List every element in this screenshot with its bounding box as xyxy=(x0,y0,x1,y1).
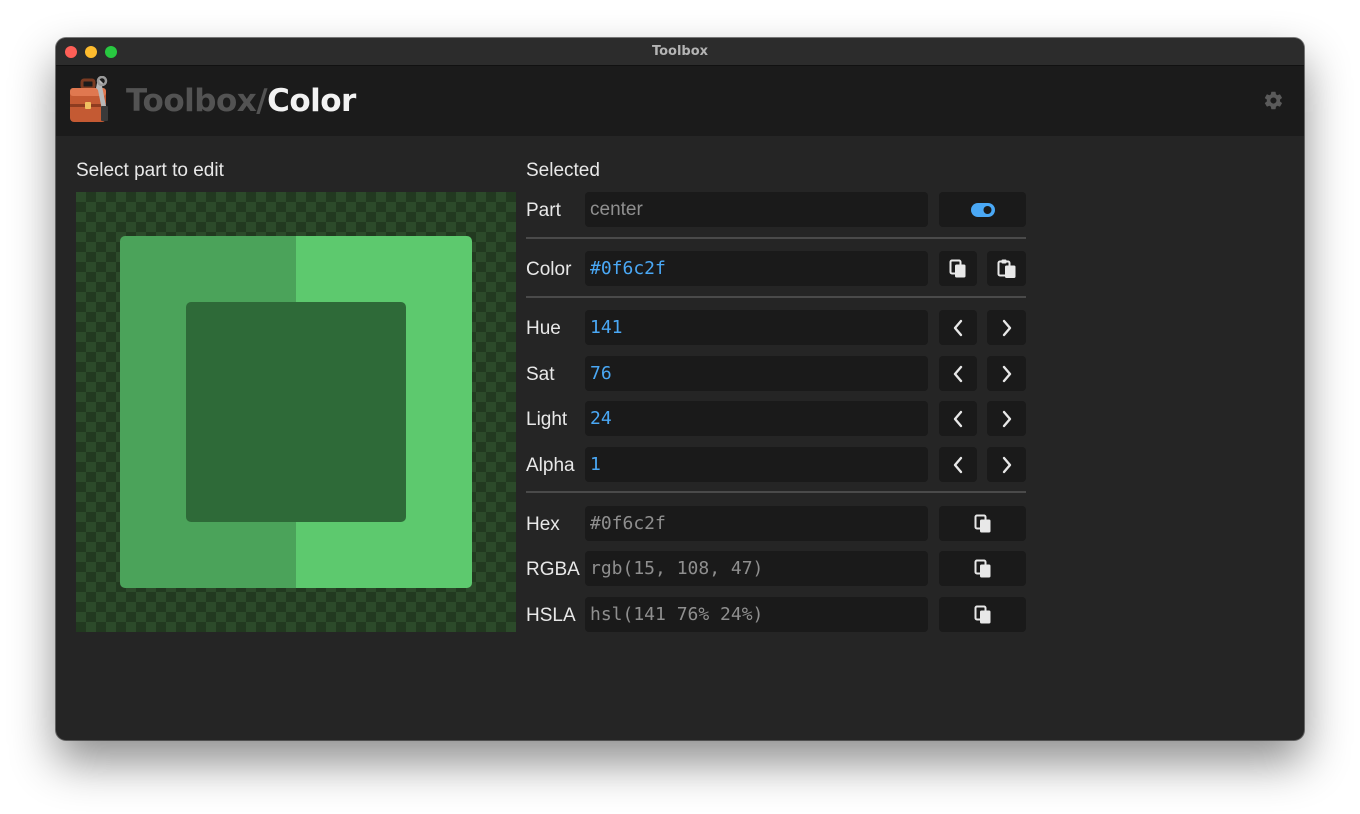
hsla-field: hsl(141 76% 24%) xyxy=(585,597,928,632)
light-increment-button[interactable] xyxy=(987,401,1026,436)
app-header: Toolbox/Color xyxy=(56,66,1304,136)
part-field: center xyxy=(585,192,928,227)
paste-color-button[interactable] xyxy=(987,251,1026,286)
brand-title: Toolbox/Color xyxy=(126,83,356,119)
title-bar: Toolbox xyxy=(56,38,1304,66)
alpha-label: Alpha xyxy=(526,455,575,476)
toggle-icon xyxy=(970,202,995,217)
part-label: Part xyxy=(526,200,561,221)
hue-decrement-button[interactable] xyxy=(939,310,977,345)
alpha-decrement-button[interactable] xyxy=(939,447,977,482)
copy-icon xyxy=(949,259,966,277)
selected-title: Selected xyxy=(526,160,600,181)
copy-icon xyxy=(974,559,990,577)
color-canvas xyxy=(76,192,516,632)
chevron-left-icon xyxy=(953,365,963,382)
chevron-right-icon xyxy=(1002,319,1011,336)
window-title: Toolbox xyxy=(651,44,709,59)
chevron-right-icon xyxy=(1002,456,1011,473)
alpha-increment-button[interactable] xyxy=(987,447,1026,482)
color-input[interactable]: #0f6c2f xyxy=(585,251,928,286)
copy-hex-button[interactable] xyxy=(939,506,1026,541)
rgba-label: RGBA xyxy=(526,559,580,580)
tool-name: Color xyxy=(267,83,356,119)
light-label: Light xyxy=(526,409,568,430)
sat-input[interactable]: 76 xyxy=(585,356,928,391)
chevron-left-icon xyxy=(953,319,963,336)
copy-icon xyxy=(974,605,990,623)
hex-label: Hex xyxy=(526,514,560,535)
copy-color-button[interactable] xyxy=(939,251,977,286)
paste-icon xyxy=(997,259,1015,278)
app-window: Toolbox Toolbox/Color Select part to edi… xyxy=(56,38,1304,740)
chevron-right-icon xyxy=(1002,365,1011,382)
divider xyxy=(526,491,1026,493)
hue-label: Hue xyxy=(526,318,561,339)
copy-icon xyxy=(974,514,990,532)
sat-label: Sat xyxy=(526,364,555,385)
chevron-left-icon xyxy=(953,410,963,427)
app-name[interactable]: Toolbox/ xyxy=(126,83,268,119)
light-decrement-button[interactable] xyxy=(939,401,977,436)
visibility-toggle-button[interactable] xyxy=(939,192,1026,227)
gear-icon[interactable] xyxy=(1263,90,1284,111)
hue-increment-button[interactable] xyxy=(987,310,1026,345)
light-input[interactable]: 24 xyxy=(585,401,928,436)
toolbox-logo-icon xyxy=(70,76,108,122)
divider xyxy=(526,237,1026,239)
hex-field: #0f6c2f xyxy=(585,506,928,541)
rgba-field: rgb(15, 108, 47) xyxy=(585,551,928,586)
alpha-input[interactable]: 1 xyxy=(585,447,928,482)
divider xyxy=(526,296,1026,298)
sat-decrement-button[interactable] xyxy=(939,356,977,391)
color-label: Color xyxy=(526,259,572,280)
copy-rgba-button[interactable] xyxy=(939,551,1026,586)
chevron-right-icon xyxy=(1002,410,1011,427)
chevron-left-icon xyxy=(953,456,963,473)
sat-increment-button[interactable] xyxy=(987,356,1026,391)
hsla-label: HSLA xyxy=(526,605,576,626)
select-part-label: Select part to edit xyxy=(76,160,224,181)
hue-input[interactable]: 141 xyxy=(585,310,928,345)
part-center[interactable] xyxy=(186,302,406,522)
copy-hsla-button[interactable] xyxy=(939,597,1026,632)
